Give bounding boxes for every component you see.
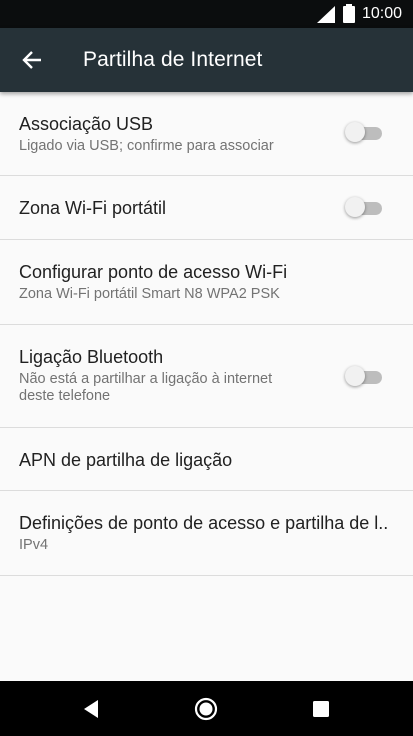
usb-tethering-toggle[interactable] [345,122,383,142]
list-item-configure-hotspot[interactable]: Configurar ponto de acesso Wi-Fi Zona Wi… [0,240,413,325]
nav-back-button[interactable] [73,691,109,727]
battery-icon [343,4,355,23]
back-button[interactable] [14,42,50,78]
item-title: Ligação Bluetooth [19,347,164,367]
nav-back-icon [84,700,98,718]
item-subtitle-line: deste telefone [19,388,111,404]
item-title: Definições de ponto de acesso e partilha… [19,513,389,533]
app-bar: Partilha de Internet [0,28,413,92]
item-title: APN de partilha de ligação [19,450,233,470]
settings-list: Associação USB Ligado via USB; confirme … [0,92,413,576]
item-subtitle-line: Não está a partilhar a ligação à interne… [19,371,273,387]
item-title: Zona Wi-Fi portátil [19,198,167,218]
bluetooth-tethering-toggle[interactable] [345,366,383,386]
page-title: Partilha de Internet [83,48,263,71]
item-subtitle: Ligado via USB; confirme para associar [19,138,274,154]
item-title: Configurar ponto de acesso Wi-Fi [19,262,288,282]
nav-recents-button[interactable] [303,691,339,727]
nav-home-button[interactable] [188,691,224,727]
item-subtitle: Zona Wi-Fi portátil Smart N8 WPA2 PSK [19,286,280,302]
status-bar: 10:00 [0,0,413,28]
list-item-usb-tethering[interactable]: Associação USB Ligado via USB; confirme … [0,92,413,176]
nav-home-icon [194,697,218,721]
item-subtitle: IPv4 [19,537,49,553]
list-item-bluetooth-tethering[interactable]: Ligação Bluetooth Não está a partilhar a… [0,325,413,428]
list-item-hotspot-settings[interactable]: Definições de ponto de acesso e partilha… [0,491,413,576]
list-item-tethering-apn[interactable]: APN de partilha de ligação [0,428,413,491]
item-title: Associação USB [19,114,154,134]
list-item-portable-hotspot[interactable]: Zona Wi-Fi portátil [0,176,413,240]
item-subtitle: Não está a partilhar a ligação à interne… [19,371,313,405]
nav-recents-icon [313,701,329,717]
status-time: 10:00 [362,5,403,22]
signal-icon [317,6,335,23]
portable-hotspot-toggle[interactable] [345,197,383,217]
arrow-left-icon [22,51,41,69]
navigation-bar [0,681,413,736]
